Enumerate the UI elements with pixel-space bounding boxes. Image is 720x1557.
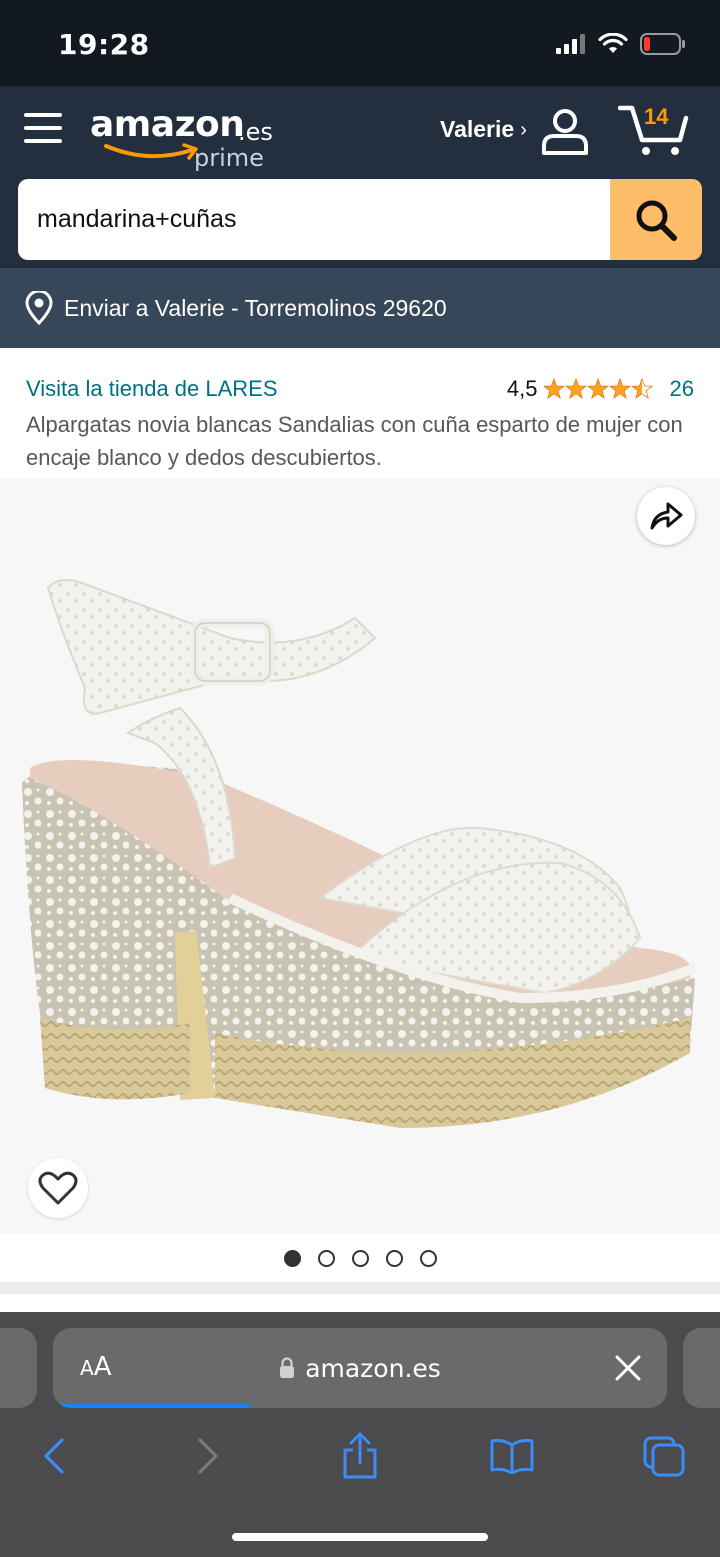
logo-word: amazon [90, 104, 245, 145]
next-tab-preview[interactable] [683, 1328, 720, 1408]
pagination-dot[interactable] [351, 1249, 369, 1267]
search-input[interactable] [18, 179, 610, 260]
search-bar [18, 179, 702, 260]
heart-icon [38, 1171, 78, 1205]
browser-toolbar [0, 1420, 720, 1492]
chevron-right-icon: › [520, 119, 527, 141]
address-bar[interactable]: AA amazon.es [53, 1328, 667, 1408]
delivery-text: Enviar a Valerie - Torremolinos 29620 [64, 294, 447, 321]
url-display: amazon.es [53, 1328, 667, 1408]
home-indicator[interactable] [232, 1533, 488, 1541]
browser-chrome: AA amazon.es [0, 1312, 720, 1557]
lock-icon [280, 1357, 295, 1378]
store-link[interactable]: Visita la tienda de LARES [26, 376, 278, 402]
back-icon [44, 1438, 64, 1474]
pagination-dot[interactable] [385, 1249, 403, 1267]
signal-icon [556, 34, 585, 54]
wifi-icon [598, 33, 628, 53]
rating-value: 4,5 [506, 376, 538, 401]
cart-button[interactable]: 14 [618, 100, 694, 158]
delivery-location-bar[interactable]: Enviar a Valerie - Torremolinos 29620 [0, 268, 720, 348]
star-rating-icon [543, 378, 653, 399]
back-button[interactable] [34, 1420, 74, 1492]
section-divider [0, 1282, 720, 1294]
logo-prime: prime [194, 144, 264, 172]
menu-icon[interactable] [24, 113, 64, 145]
pagination-dot[interactable] [419, 1249, 437, 1267]
status-time: 19:28 [58, 28, 150, 61]
logo-smile-icon [104, 143, 198, 160]
pagination-dot[interactable] [283, 1249, 301, 1267]
share-arrow-icon [650, 502, 683, 530]
tabs-button[interactable] [640, 1420, 688, 1492]
url-text: amazon.es [305, 1353, 441, 1383]
search-button[interactable] [610, 179, 702, 260]
page-load-progress [53, 1404, 250, 1408]
tabs-icon [643, 1436, 685, 1477]
rating[interactable]: 4,5 26 [507, 376, 694, 402]
rating-count: 26 [669, 376, 694, 401]
wishlist-button[interactable] [28, 1158, 88, 1218]
search-icon [636, 200, 677, 241]
amazon-header: amazon .es prime Valerie › 14 [0, 86, 720, 268]
close-icon[interactable] [615, 1355, 641, 1381]
status-icons [556, 33, 686, 55]
pagination-dot[interactable] [317, 1249, 335, 1267]
amazon-logo[interactable]: amazon .es prime [90, 104, 280, 172]
location-pin-icon [25, 291, 53, 325]
forward-icon [198, 1438, 218, 1474]
battery-low-icon [640, 33, 685, 55]
bookmarks-button[interactable] [488, 1420, 536, 1492]
account-link[interactable]: Valerie › [440, 116, 527, 143]
next-section [0, 1294, 720, 1312]
product-image [0, 478, 720, 1234]
status-bar: 19:28 [0, 0, 720, 86]
forward-button[interactable] [188, 1420, 228, 1492]
user-icon[interactable] [540, 108, 590, 156]
previous-tab-preview[interactable] [0, 1328, 37, 1408]
account-name: Valerie [440, 116, 515, 142]
product-image-carousel[interactable] [0, 478, 720, 1234]
cart-count: 14 [644, 104, 669, 129]
product-info: Visita la tienda de LARES 4,5 26 Alparga… [0, 348, 720, 478]
share-button[interactable] [637, 487, 695, 545]
logo-tld: .es [238, 118, 273, 146]
product-title: Alpargatas novia blancas Sandalias con c… [26, 412, 683, 470]
share-icon [343, 1432, 377, 1479]
image-pagination [0, 1234, 720, 1282]
bookmarks-icon [490, 1439, 534, 1474]
share-page-button[interactable] [338, 1420, 382, 1492]
